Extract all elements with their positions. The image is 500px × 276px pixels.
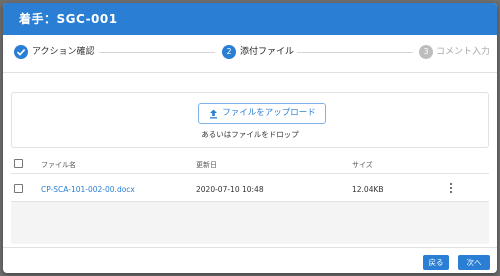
step-2-number-icon: 2 [222,45,236,59]
header-row-divider [11,173,489,174]
footer-divider [3,247,497,248]
step-connector-1 [99,52,215,53]
next-button[interactable]: 次へ [458,255,490,270]
select-all-checkbox[interactable] [14,159,23,168]
more-options-icon[interactable] [449,183,453,195]
step-3-number-icon: 3 [419,45,433,59]
column-header-filename: ファイル名 [41,161,76,169]
step-1-check-icon [14,45,28,59]
dialog: 着手：SGC-001 アクション確認 2 添付ファイル 3 コメント入力 ファイ… [3,3,497,273]
stepper-divider [3,72,497,73]
table-empty-area [11,202,489,244]
drop-hint-text: あるいはファイルをドロップ [201,130,299,139]
column-header-updated: 更新日 [196,161,217,169]
upload-file-button-label: ファイルをアップロード [222,108,316,118]
upload-icon [210,109,217,119]
file-updated-date: 2020-07-10 10:48 [196,185,264,194]
back-button[interactable]: 戻る [423,255,449,270]
row-checkbox[interactable] [14,184,23,193]
file-table [11,151,489,202]
upload-dropzone[interactable]: ファイルをアップロード あるいはファイルをドロップ [11,92,489,148]
upload-file-button[interactable]: ファイルをアップロード [198,103,326,124]
step-2-label: 添付ファイル [240,47,295,57]
step-1-label: アクション確認 [32,47,95,57]
column-header-size: サイズ [352,161,373,169]
dialog-title: 着手：SGC-001 [3,3,497,35]
step-connector-2 [297,52,413,53]
step-3-label: コメント入力 [436,47,491,57]
file-name-link[interactable]: CP-SCA-101-002-00.docx [41,185,135,194]
file-size: 12.04KB [352,185,384,194]
